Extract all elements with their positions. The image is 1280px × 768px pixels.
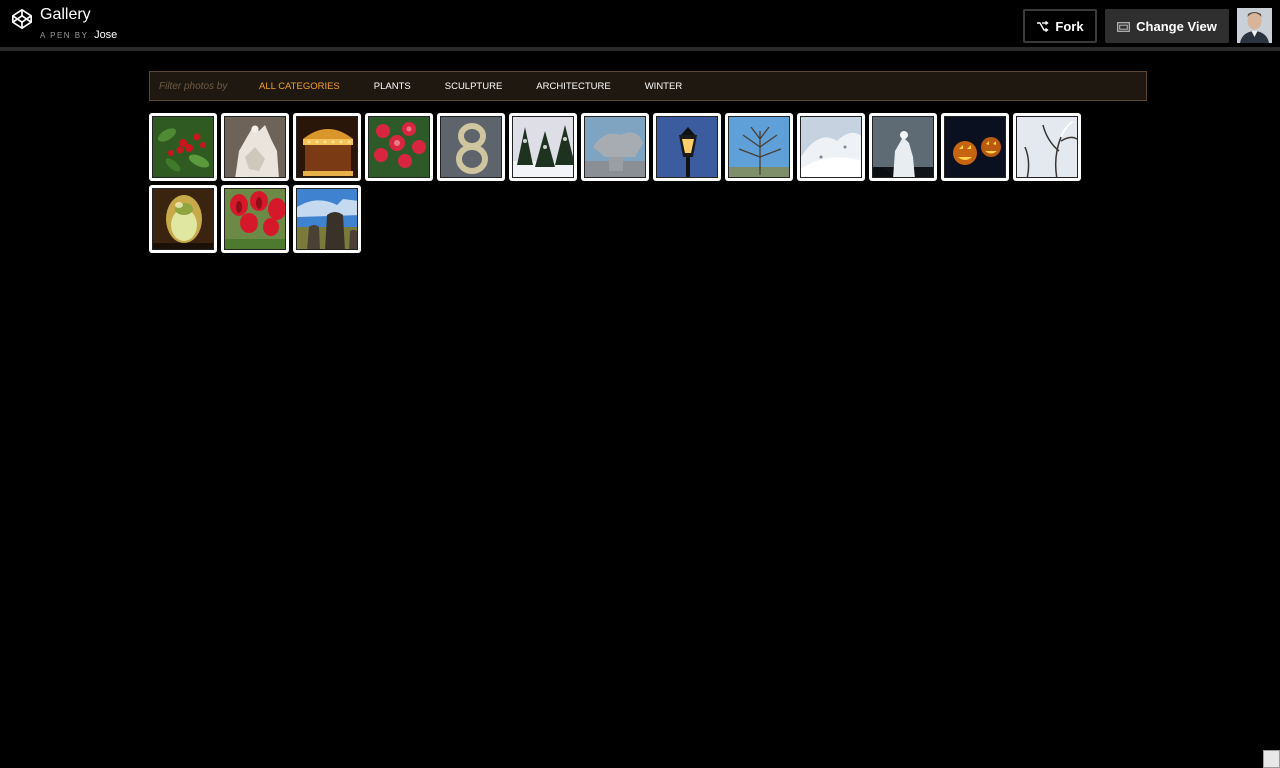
photo-thumbnail-glass-paperweight[interactable] bbox=[149, 185, 217, 253]
author-link[interactable]: Jose bbox=[94, 29, 117, 41]
photo-image bbox=[728, 116, 790, 178]
photo-image bbox=[224, 116, 286, 178]
photo-thumbnail-snowy-statue[interactable] bbox=[869, 113, 937, 181]
filter-architecture[interactable]: ARCHITECTURE bbox=[536, 81, 610, 92]
photo-thumbnail-carousel[interactable] bbox=[293, 113, 361, 181]
photo-thumbnail-number-eight[interactable] bbox=[437, 113, 505, 181]
photo-image bbox=[440, 116, 502, 178]
photo-image bbox=[512, 116, 574, 178]
filter-winter[interactable]: WINTER bbox=[645, 81, 682, 92]
filter-plants[interactable]: PLANTS bbox=[374, 81, 411, 92]
fork-label: Fork bbox=[1055, 18, 1084, 34]
photo-image bbox=[944, 116, 1006, 178]
change-view-icon bbox=[1117, 21, 1131, 32]
avatar-portrait bbox=[1237, 8, 1272, 43]
broken-image-icon bbox=[1263, 750, 1280, 768]
photo-thumbnail-easter-island-moai[interactable] bbox=[293, 185, 361, 253]
filter-all-categories[interactable]: ALL CATEGORIES bbox=[259, 81, 340, 92]
photo-thumbnail-red-tulips[interactable] bbox=[221, 185, 289, 253]
photo-thumbnail-stone-sculpture[interactable] bbox=[581, 113, 649, 181]
photo-thumbnail-snowy-slope[interactable] bbox=[797, 113, 865, 181]
photo-image bbox=[296, 116, 358, 178]
filter-bar: Filter photos by ALL CATEGORIES PLANTS S… bbox=[149, 71, 1147, 101]
user-avatar[interactable] bbox=[1237, 8, 1272, 43]
change-view-button[interactable]: Change View bbox=[1105, 9, 1229, 43]
codepen-logo-icon[interactable] bbox=[11, 8, 33, 30]
fork-icon bbox=[1037, 20, 1050, 32]
photo-thumbnail-street-lamp[interactable] bbox=[653, 113, 721, 181]
photo-thumbnail-jack-o-lanterns[interactable] bbox=[941, 113, 1009, 181]
filter-sculpture[interactable]: SCULPTURE bbox=[445, 81, 503, 92]
photo-image bbox=[800, 116, 862, 178]
page-title: Gallery bbox=[40, 6, 91, 23]
photo-image bbox=[656, 116, 718, 178]
photo-thumbnail-snowy-branches[interactable] bbox=[1013, 113, 1081, 181]
photo-thumbnail-snowy-trees[interactable] bbox=[509, 113, 577, 181]
filter-label: Filter photos by bbox=[159, 80, 228, 92]
photo-image bbox=[872, 116, 934, 178]
photo-image bbox=[152, 116, 214, 178]
photo-image bbox=[584, 116, 646, 178]
photo-image bbox=[152, 188, 214, 250]
photo-thumbnail-holly-berries[interactable] bbox=[149, 113, 217, 181]
pen-title-block: Gallery A PEN BY Jose bbox=[40, 6, 117, 42]
photo-image bbox=[368, 116, 430, 178]
photo-image bbox=[1016, 116, 1078, 178]
photo-image bbox=[224, 188, 286, 250]
photo-thumbnail-bare-tree-blue-sky[interactable] bbox=[725, 113, 793, 181]
byline-prefix: A PEN BY bbox=[40, 31, 89, 40]
fork-button[interactable]: Fork bbox=[1023, 9, 1097, 43]
photo-thumbnail-white-sculpture[interactable] bbox=[221, 113, 289, 181]
photo-image bbox=[296, 188, 358, 250]
change-view-label: Change View bbox=[1136, 18, 1217, 34]
photo-thumbnail-red-flowers[interactable] bbox=[365, 113, 433, 181]
header-bar: Gallery A PEN BY Jose Fork Change View bbox=[0, 0, 1280, 51]
byline: A PEN BY Jose bbox=[40, 29, 117, 42]
